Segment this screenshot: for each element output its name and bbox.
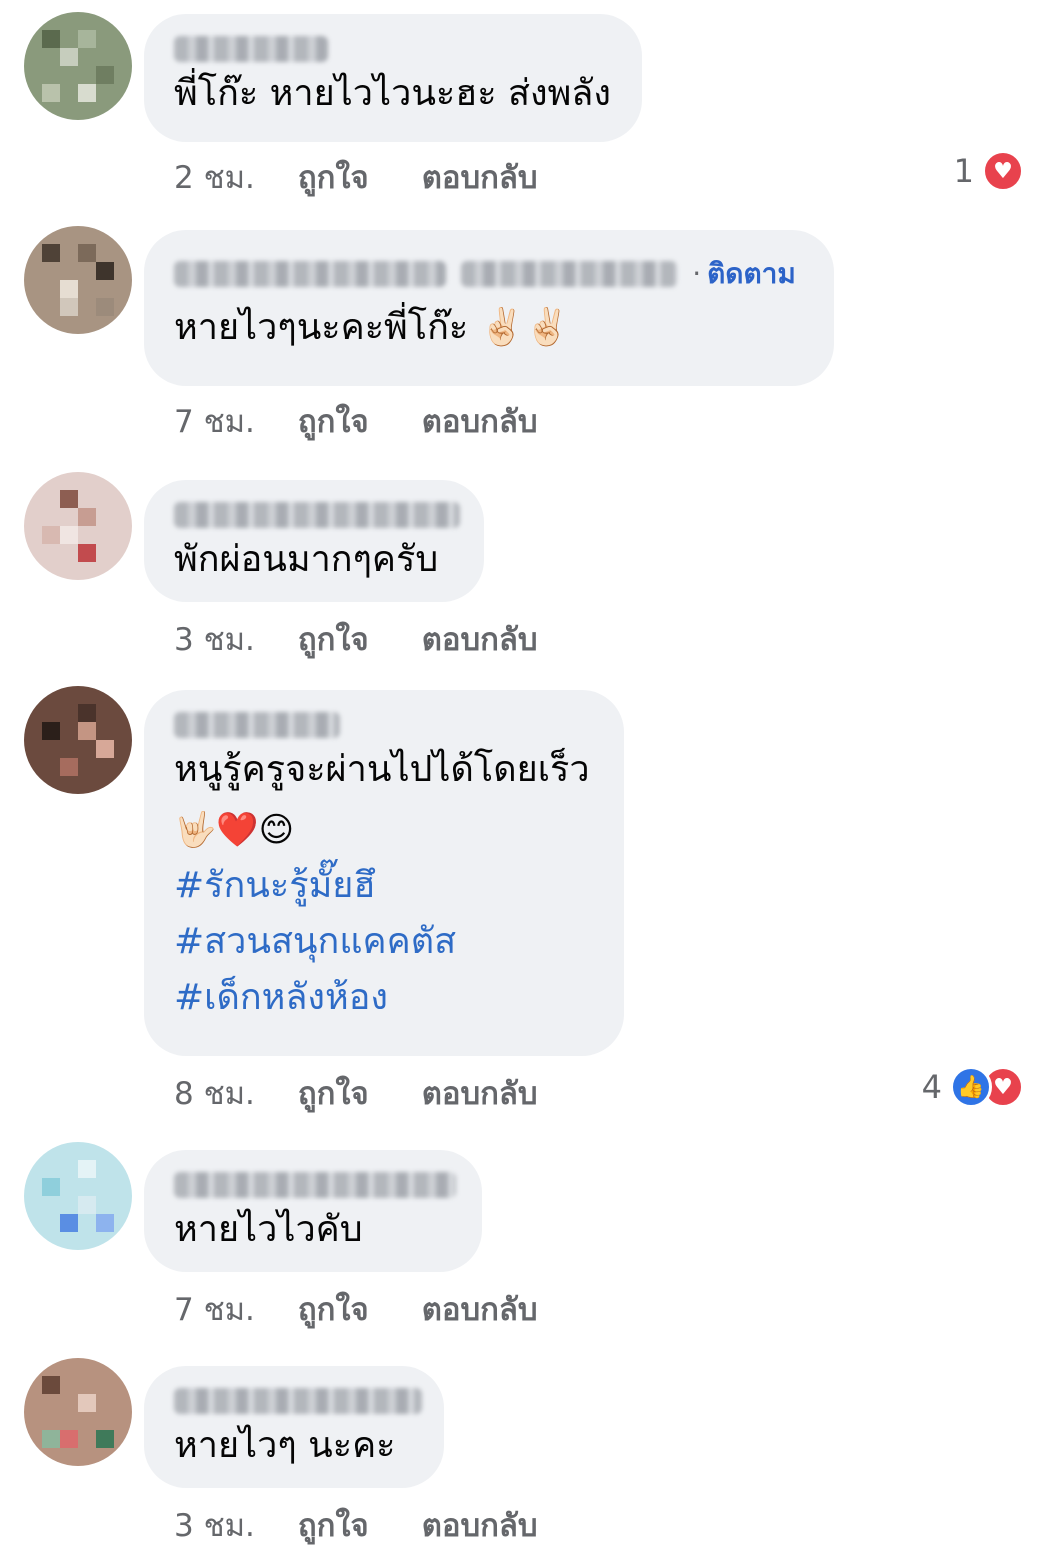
comment-time[interactable]: 8 ชม. — [174, 1068, 288, 1118]
commenter-name[interactable] — [174, 712, 594, 738]
like-button[interactable]: ถูกใจ — [298, 1500, 412, 1550]
reaction-summary[interactable]: 1 ♥ — [954, 150, 1024, 192]
like-button[interactable]: ถูกใจ — [298, 152, 412, 202]
comment-time[interactable]: 3 ชม. — [174, 614, 288, 664]
comment-time[interactable]: 3 ชม. — [174, 1500, 288, 1550]
avatar[interactable] — [24, 12, 132, 120]
comment-text: หายไวไวคับ — [174, 1209, 363, 1250]
reply-button[interactable]: ตอบกลับ — [422, 1068, 538, 1118]
avatar[interactable] — [24, 1358, 132, 1466]
follow-button[interactable]: · ติดตาม — [692, 252, 796, 296]
comment-text: หายไวๆ นะคะ — [174, 1425, 396, 1466]
comment-bubble: หนูรู้ครูจะผ่านไปได้โดยเร็ว 🤟🏻❤️😊 #รักนะ… — [144, 690, 624, 1056]
comment-time[interactable]: 2 ชม. — [174, 152, 288, 202]
comment-time[interactable]: 7 ชม. — [174, 1284, 288, 1334]
reaction-summary[interactable]: 4 👍 ♥ — [922, 1066, 1024, 1108]
comment-actions: 8 ชม. ถูกใจ ตอบกลับ — [174, 1068, 538, 1118]
reply-button[interactable]: ตอบกลับ — [422, 152, 538, 202]
comment-emojis: 🤟🏻❤️😊 — [174, 810, 295, 850]
commenter-name[interactable] — [174, 36, 612, 62]
reply-button[interactable]: ตอบกลับ — [422, 1500, 538, 1550]
commenter-name[interactable] — [174, 1172, 456, 1198]
reply-button[interactable]: ตอบกลับ — [422, 1284, 538, 1334]
reaction-count: 1 — [953, 152, 974, 190]
hashtag-link[interactable]: #รักนะรู้มั๊ยฮึ — [174, 858, 594, 914]
like-button[interactable]: ถูกใจ — [298, 1068, 412, 1118]
comment-text: หายไวๆนะคะพี่โก๊ะ ✌🏻✌🏻 — [174, 307, 570, 348]
comment-bubble: พี่โก๊ะ หายไวไวนะฮะ ส่งพลัง — [144, 14, 642, 142]
comment-actions: 3 ชม. ถูกใจ ตอบกลับ — [174, 614, 538, 664]
comment-actions: 7 ชม. ถูกใจ ตอบกลับ — [174, 1284, 538, 1334]
comment-bubble: · ติดตาม หายไวๆนะคะพี่โก๊ะ ✌🏻✌🏻 — [144, 230, 834, 386]
like-button[interactable]: ถูกใจ — [298, 614, 412, 664]
like-button[interactable]: ถูกใจ — [298, 396, 412, 446]
comment-text: หนูรู้ครูจะผ่านไปได้โดยเร็ว — [174, 749, 590, 790]
comment-actions: 3 ชม. ถูกใจ ตอบกลับ — [174, 1500, 538, 1550]
comment-bubble: หายไวไวคับ — [144, 1150, 482, 1272]
avatar[interactable] — [24, 686, 132, 794]
commenter-name[interactable]: · ติดตาม — [174, 252, 804, 296]
like-button[interactable]: ถูกใจ — [298, 1284, 412, 1334]
hashtag-link[interactable]: #เด็กหลังห้อง — [174, 970, 594, 1026]
avatar[interactable] — [24, 226, 132, 334]
hashtag-link[interactable]: #สวนสนุกแคคตัส — [174, 914, 594, 970]
reaction-count: 4 — [921, 1068, 942, 1106]
commenter-name[interactable] — [174, 502, 460, 528]
commenter-name[interactable] — [174, 1388, 422, 1414]
avatar[interactable] — [24, 1142, 132, 1250]
comment-bubble: หายไวๆ นะคะ — [144, 1366, 444, 1488]
comment-text: พักผ่อนมากๆครับ — [174, 539, 439, 580]
comment-text: พี่โก๊ะ หายไวไวนะฮะ ส่งพลัง — [174, 73, 611, 114]
reply-button[interactable]: ตอบกลับ — [422, 396, 538, 446]
comment-actions: 7 ชม. ถูกใจ ตอบกลับ — [174, 396, 538, 446]
reply-button[interactable]: ตอบกลับ — [422, 614, 538, 664]
comment-time[interactable]: 7 ชม. — [174, 396, 288, 446]
comment-bubble: พักผ่อนมากๆครับ — [144, 480, 484, 602]
avatar[interactable] — [24, 472, 132, 580]
love-icon: ♥ — [982, 150, 1024, 192]
comment-actions: 2 ชม. ถูกใจ ตอบกลับ — [174, 152, 538, 202]
like-icon: 👍 — [950, 1066, 992, 1108]
